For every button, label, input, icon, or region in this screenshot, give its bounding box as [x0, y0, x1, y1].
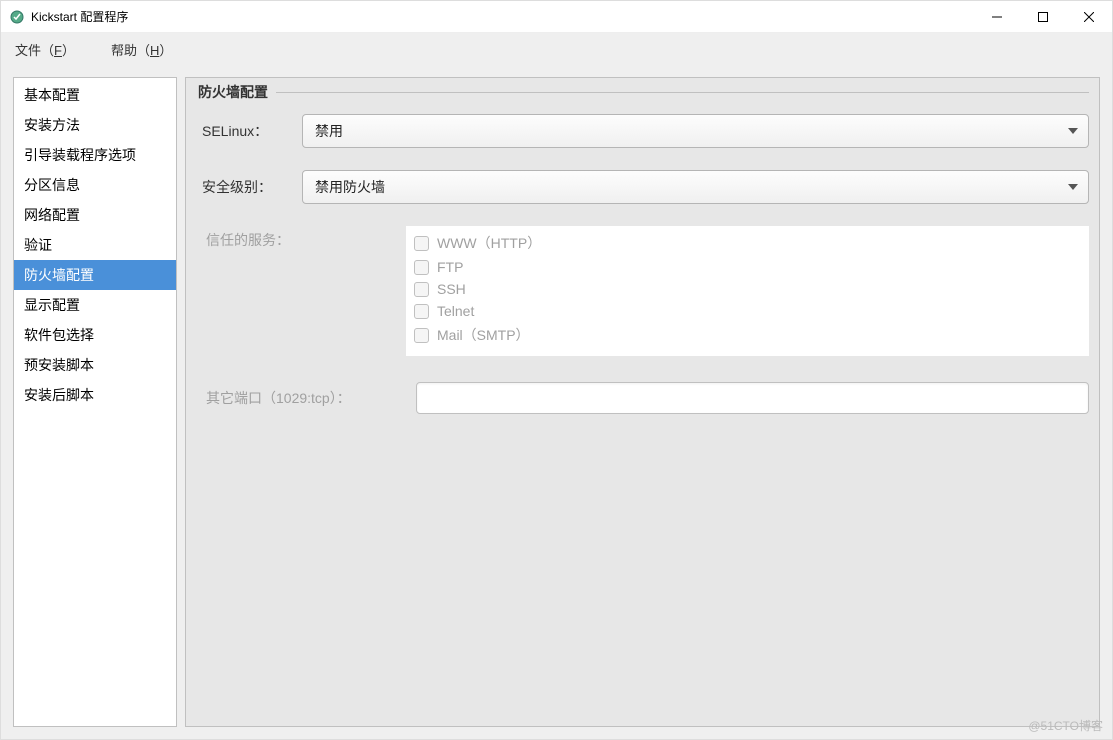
service-telnet: Telnet [414, 300, 1081, 322]
checkbox-icon [414, 236, 429, 251]
minimize-icon [992, 12, 1002, 22]
security-label: 安全级别： [202, 177, 302, 197]
ports-input [416, 382, 1089, 414]
service-mail: Mail（SMTP） [414, 322, 1081, 348]
sidebar-item-install[interactable]: 安装方法 [14, 110, 176, 140]
service-label: Telnet [437, 303, 474, 319]
service-label: Mail（SMTP） [437, 325, 530, 345]
sidebar[interactable]: 基本配置 安装方法 引导装载程序选项 分区信息 网络配置 验证 防火墙配置 显示… [13, 77, 177, 727]
app-icon [9, 9, 25, 25]
sidebar-item-basic[interactable]: 基本配置 [14, 80, 176, 110]
menu-file-accel: F [54, 43, 62, 58]
close-icon [1084, 12, 1094, 22]
titlebar: Kickstart 配置程序 [1, 1, 1112, 33]
minimize-button[interactable] [974, 1, 1020, 33]
services-label: 信任的服务： [206, 226, 406, 356]
sidebar-item-auth[interactable]: 验证 [14, 230, 176, 260]
sidebar-item-postinstall[interactable]: 安装后脚本 [14, 380, 176, 410]
content-area: 基本配置 安装方法 引导装载程序选项 分区信息 网络配置 验证 防火墙配置 显示… [1, 65, 1112, 739]
selinux-dropdown[interactable]: 禁用 [302, 114, 1089, 148]
maximize-icon [1038, 12, 1048, 22]
main-panel: 防火墙配置 SELinux： 禁用 安全级别： 禁用防火墙 信任的服务： [185, 77, 1100, 727]
section-title: 防火墙配置 [198, 82, 1089, 102]
maximize-button[interactable] [1020, 1, 1066, 33]
checkbox-icon [414, 328, 429, 343]
checkbox-icon [414, 282, 429, 297]
row-ports: 其它端口（1029:tcp）： [206, 382, 1089, 414]
menu-file[interactable]: 文件（F） [9, 36, 81, 63]
menu-help-prefix: 帮助（ [111, 43, 150, 58]
menu-help-accel: H [150, 43, 159, 58]
sidebar-item-network[interactable]: 网络配置 [14, 200, 176, 230]
checkbox-icon [414, 260, 429, 275]
services-block: 信任的服务： WWW（HTTP） FTP SSH [206, 226, 1089, 356]
menu-file-suffix: ） [62, 43, 75, 58]
sidebar-item-firewall[interactable]: 防火墙配置 [14, 260, 176, 290]
menu-help-suffix: ） [159, 43, 172, 58]
service-ssh: SSH [414, 278, 1081, 300]
window-controls [974, 1, 1112, 33]
security-dropdown[interactable]: 禁用防火墙 [302, 170, 1089, 204]
services-list: WWW（HTTP） FTP SSH Telnet [406, 226, 1089, 356]
chevron-down-icon [1068, 128, 1078, 134]
close-button[interactable] [1066, 1, 1112, 33]
service-label: WWW（HTTP） [437, 233, 541, 253]
watermark: @51CTO博客 [1028, 717, 1103, 734]
security-value: 禁用防火墙 [315, 177, 385, 197]
sidebar-item-packages[interactable]: 软件包选择 [14, 320, 176, 350]
ports-label: 其它端口（1029:tcp）： [206, 388, 416, 408]
service-ftp: FTP [414, 256, 1081, 278]
menubar: 文件（F） 帮助（H） [1, 33, 1112, 65]
service-www: WWW（HTTP） [414, 230, 1081, 256]
app-window: Kickstart 配置程序 文件（F） 帮助（H） 基本配置 安装方法 引导装 [0, 0, 1113, 740]
selinux-value: 禁用 [315, 121, 343, 141]
selinux-label: SELinux： [202, 121, 302, 141]
service-label: SSH [437, 281, 466, 297]
sidebar-item-partition[interactable]: 分区信息 [14, 170, 176, 200]
window-title: Kickstart 配置程序 [31, 8, 974, 25]
row-selinux: SELinux： 禁用 [202, 114, 1089, 148]
sidebar-item-bootloader[interactable]: 引导装载程序选项 [14, 140, 176, 170]
menu-file-prefix: 文件（ [15, 43, 54, 58]
sidebar-item-preinstall[interactable]: 预安装脚本 [14, 350, 176, 380]
chevron-down-icon [1068, 184, 1078, 190]
service-label: FTP [437, 259, 463, 275]
checkbox-icon [414, 304, 429, 319]
sidebar-item-display[interactable]: 显示配置 [14, 290, 176, 320]
menu-help[interactable]: 帮助（H） [105, 36, 178, 63]
row-security: 安全级别： 禁用防火墙 [202, 170, 1089, 204]
